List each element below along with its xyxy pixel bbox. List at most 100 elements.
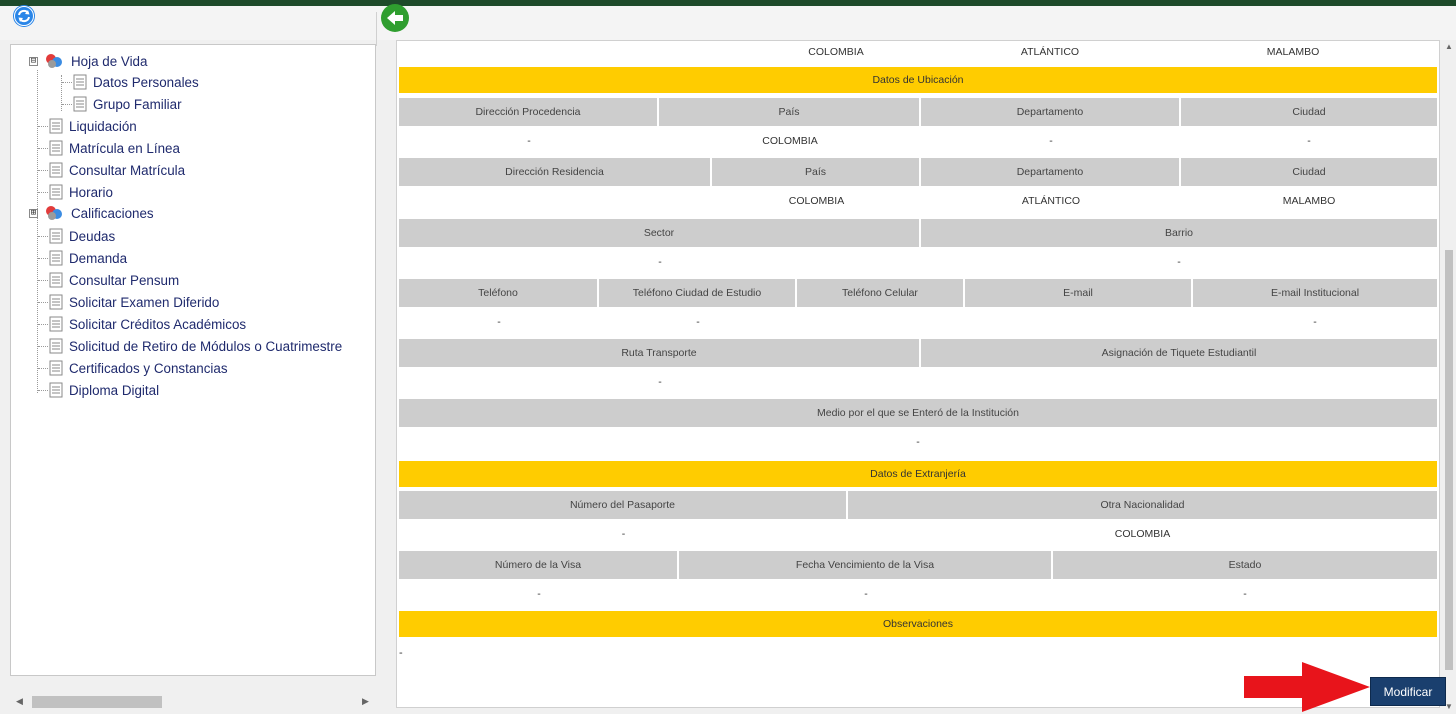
scrollbar-thumb[interactable] [1445, 250, 1453, 670]
table-row: Dirección Procedencia País Departamento … [399, 98, 1437, 126]
refresh-icon[interactable] [12, 4, 36, 28]
tree-item-label: Consultar Matrícula [69, 162, 186, 178]
tree-connector [37, 70, 38, 393]
tree-connector [38, 236, 48, 237]
document-icon [73, 74, 87, 90]
value-cell: - [537, 588, 541, 600]
modify-button[interactable]: Modificar [1370, 677, 1446, 706]
tree-item-diploma-digital[interactable]: Diploma Digital [49, 379, 159, 401]
value-cell [797, 308, 965, 336]
tree-connector [38, 148, 48, 149]
scroll-right-icon[interactable]: ▶ [362, 696, 369, 707]
table-row: - COLOMBIA [399, 520, 1437, 548]
collapse-toggle[interactable]: ⊟ [29, 57, 38, 66]
value-cell: - [497, 316, 501, 328]
table-row: - COLOMBIA - - [399, 127, 1437, 155]
tree-item-label: Certificados y Constancias [69, 360, 228, 376]
tree-item-grupo-familiar[interactable]: Grupo Familiar [73, 93, 182, 115]
scrollbar-thumb[interactable] [32, 696, 162, 708]
tree-item-certificados[interactable]: Certificados y Constancias [49, 357, 228, 379]
tree-item-liquidacion[interactable]: Liquidación [49, 115, 137, 137]
scroll-up-icon[interactable]: ▲ [1445, 42, 1453, 51]
tree-connector [62, 104, 72, 105]
table-row: Medio por el que se Enteró de la Institu… [399, 399, 1437, 427]
section-header: Datos de Ubicación [399, 67, 1437, 93]
table-row: - - - [399, 580, 1437, 608]
observaciones-value: - [399, 647, 403, 659]
expand-toggle[interactable]: ⊞ [29, 209, 38, 218]
tree-item-hoja-de-vida[interactable]: Hoja de Vida [45, 50, 147, 72]
header-cell: Barrio [921, 219, 1437, 247]
value-cell: - [527, 135, 531, 147]
value-cell: MALAMBO [1266, 46, 1320, 58]
tree-item-label: Diploma Digital [69, 382, 160, 398]
document-icon [49, 250, 63, 266]
toolbar [0, 3, 1456, 46]
tree-connector [38, 170, 48, 171]
value-cell: ATLÁNTICO [1021, 195, 1081, 207]
tree-item-label: Deudas [69, 228, 116, 244]
tree-connector [38, 258, 48, 259]
section-title: Datos de Extranjería [870, 468, 966, 480]
value-cell: ATLÁNTICO [1020, 46, 1080, 58]
value-cell: COLOMBIA [808, 46, 864, 58]
header-cell: Fecha Vencimiento de la Visa [679, 551, 1053, 579]
header-cell: Teléfono Ciudad de Estudio [599, 279, 797, 307]
tree-item-label: Liquidación [69, 118, 137, 134]
value-cell [399, 187, 712, 215]
main-panel: COLOMBIA ATLÁNTICO MALAMBO Datos de Ubic… [386, 40, 1456, 714]
document-icon [49, 140, 63, 156]
table-row: - - [399, 248, 1437, 276]
tree-item-consultar-matricula[interactable]: Consultar Matrícula [49, 159, 185, 181]
document-icon [49, 294, 63, 310]
value-cell [965, 308, 1193, 336]
tree-connector [62, 82, 72, 83]
tree-item-solicitud-retiro[interactable]: Solicitud de Retiro de Módulos o Cuatrim… [49, 335, 342, 357]
value-cell: COLOMBIA [762, 135, 818, 147]
tree-item-calificaciones[interactable]: Calificaciones [45, 202, 154, 224]
value-cell: - [696, 316, 700, 328]
tree-item-solicitar-creditos[interactable]: Solicitar Créditos Académicos [49, 313, 246, 335]
tree-item-deudas[interactable]: Deudas [49, 225, 115, 247]
value-cell: - [621, 528, 626, 540]
header-cell: Sector [399, 219, 921, 247]
document-icon [73, 96, 87, 112]
document-icon [49, 228, 63, 244]
tree-connector [38, 390, 48, 391]
tree-item-solicitar-examen-diferido[interactable]: Solicitar Examen Diferido [49, 291, 219, 313]
tree-item-label: Solicitud de Retiro de Módulos o Cuatrim… [69, 338, 343, 354]
table-row: Dirección Residencia País Departamento C… [399, 158, 1437, 186]
tree-item-label: Consultar Pensum [69, 272, 180, 288]
tree-item-label: Solicitar Examen Diferido [69, 294, 220, 310]
toolbar-divider [376, 12, 377, 46]
value-cell: - [1177, 256, 1181, 268]
horizontal-scrollbar[interactable]: ◀ ▶ [10, 694, 376, 710]
vertical-scrollbar[interactable]: ▲ ▼ [1442, 40, 1456, 714]
back-arrow-icon[interactable] [380, 3, 410, 33]
value-cell: - [658, 256, 662, 268]
table-row: Ruta Transporte Asignación de Tiquete Es… [399, 339, 1437, 367]
scroll-down-icon[interactable]: ▼ [1445, 702, 1453, 711]
document-icon [49, 272, 63, 288]
scroll-left-icon[interactable]: ◀ [16, 696, 23, 707]
table-row: - - - [399, 308, 1437, 336]
value-cell: - [864, 588, 868, 600]
header-cell: Teléfono [399, 279, 599, 307]
tree-item-horario[interactable]: Horario [49, 181, 113, 203]
tree-connector [38, 346, 48, 347]
header-cell: Teléfono Celular [797, 279, 965, 307]
table-row: Número del Pasaporte Otra Nacionalidad [399, 491, 1437, 519]
header-cell: E-mail [965, 279, 1193, 307]
tree-item-consultar-pensum[interactable]: Consultar Pensum [49, 269, 179, 291]
tree-item-demanda[interactable]: Demanda [49, 247, 127, 269]
header-cell: Número del Pasaporte [399, 491, 848, 519]
folder-icon [46, 54, 62, 68]
tree-item-datos-personales[interactable]: Datos Personales [73, 71, 199, 93]
header-cell: País [659, 98, 921, 126]
header-cell: Departamento [921, 158, 1181, 186]
tree-item-matricula-en-linea[interactable]: Matrícula en Línea [49, 137, 180, 159]
tree-connector [38, 302, 48, 303]
header-cell: Asignación de Tiquete Estudiantil [921, 339, 1437, 367]
header-cell: Ruta Transporte [399, 339, 921, 367]
table-row: - [399, 368, 1437, 396]
